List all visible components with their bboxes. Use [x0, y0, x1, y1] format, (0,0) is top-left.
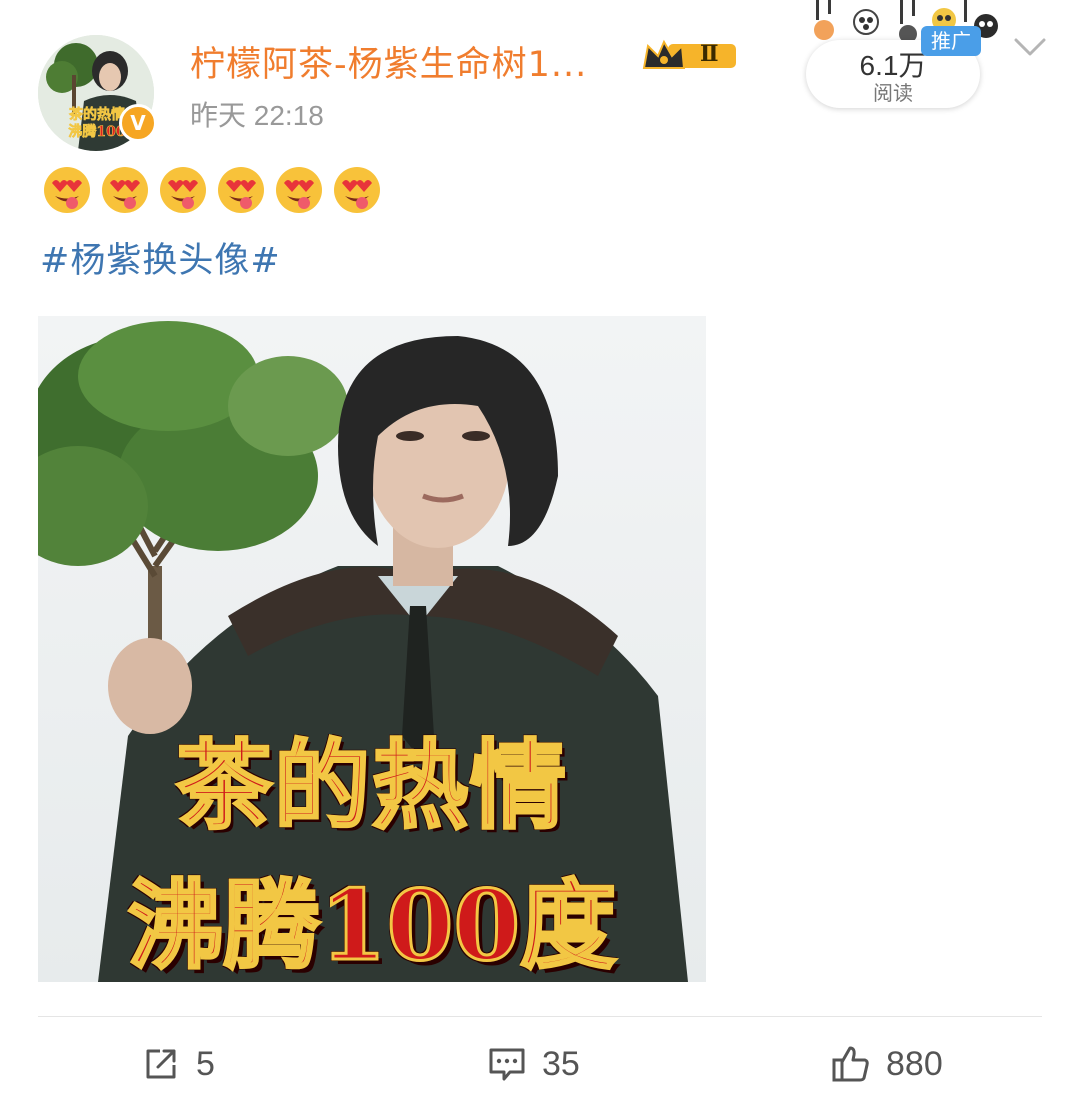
username[interactable]: 柠檬阿茶-杨紫生命树1... [190, 36, 587, 87]
heart-eyes-tongue-emoji [276, 167, 322, 213]
heart-eyes-tongue-emoji [44, 167, 90, 213]
read-label: 阅读 [873, 81, 913, 105]
image-caption-line-1: 茶的热情 [175, 728, 568, 844]
post-image[interactable]: 茶的热情 沸腾100度 [38, 316, 706, 982]
hashtag-link[interactable]: #杨紫换头像# [40, 232, 281, 283]
heart-eyes-tongue-emoji [334, 167, 380, 213]
emoji-row [42, 165, 382, 217]
like-count: 880 [886, 1044, 943, 1083]
heart-eyes-tongue-emoji [218, 167, 264, 213]
share-icon [146, 1049, 176, 1079]
share-button[interactable]: 5 [140, 1040, 215, 1088]
post-timestamp: 昨天 22:18 [190, 100, 324, 131]
vip-level: Ⅱ [700, 41, 719, 67]
chevron-down-icon[interactable] [1010, 32, 1050, 62]
image-caption-line-2: 沸腾100度 [126, 868, 617, 983]
thumbs-up-icon [832, 1046, 869, 1082]
vip-crown-badge[interactable]: Ⅱ [642, 38, 742, 74]
comment-icon [489, 1048, 525, 1081]
verified-badge: V [119, 104, 157, 142]
comment-count: 35 [542, 1044, 580, 1083]
divider [38, 1016, 1042, 1017]
heart-eyes-tongue-emoji [102, 167, 148, 213]
promo-tag[interactable]: 推广 [921, 26, 981, 56]
crown-icon [642, 39, 736, 69]
comment-button[interactable]: 35 [486, 1040, 580, 1088]
share-count: 5 [196, 1044, 215, 1083]
like-button[interactable]: 880 [830, 1040, 943, 1088]
heart-eyes-tongue-emoji [160, 167, 206, 213]
